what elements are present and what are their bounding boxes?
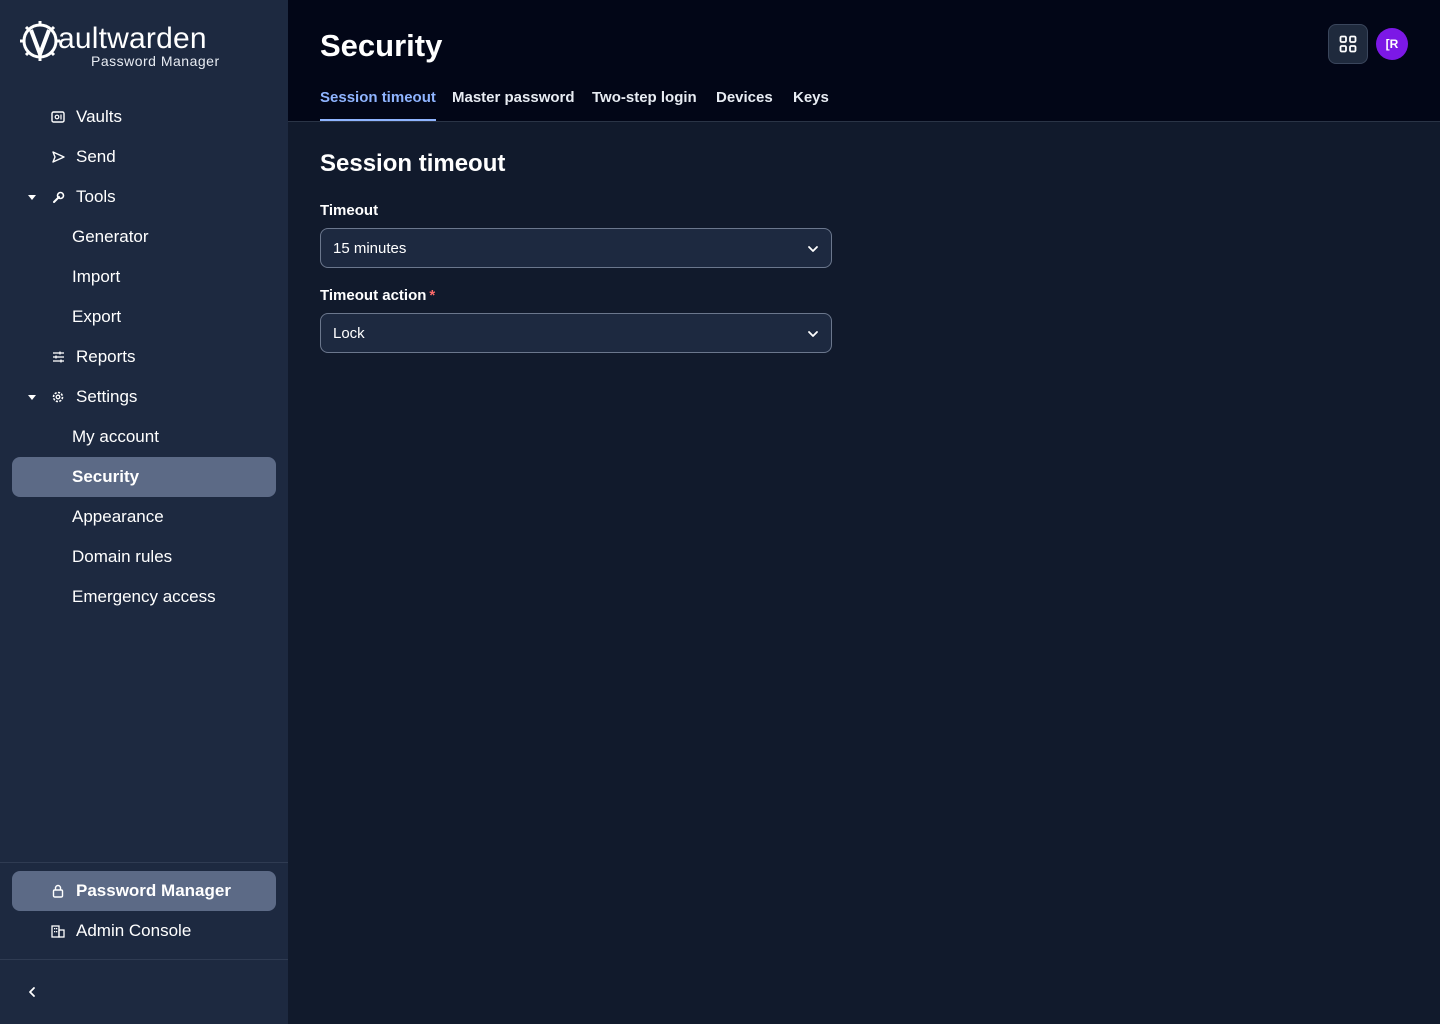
page-title: Security [320,28,443,63]
sidebar-item-my-account[interactable]: My account [12,417,276,457]
product-switcher-password-manager[interactable]: Password Manager [12,871,276,911]
tab-session-timeout[interactable]: Session timeout [320,88,436,122]
caret-down-icon[interactable] [26,391,38,403]
tab-devices[interactable]: Devices [716,88,773,122]
sidebar-item-generator[interactable]: Generator [12,217,276,257]
sidebar-item-label: Admin Console [76,921,192,940]
required-mark: * [429,287,436,304]
vaultwarden-logo[interactable]: aultwarden Password Manager [20,18,230,70]
sidebar: aultwarden Password Manager Vaults Send … [0,0,288,1024]
sidebar-item-label: Domain rules [72,547,173,566]
vaultwarden-gear-icon [20,21,60,61]
send-icon [50,149,66,165]
sidebar-item-label: Export [72,307,122,326]
sidebar-item-send[interactable]: Send [12,137,276,177]
lock-icon [50,883,66,899]
sidebar-item-security[interactable]: Security [12,457,276,497]
sidebar-item-emergency-access[interactable]: Emergency access [12,577,276,617]
page-header: Security [R Session timeout Master passw… [288,0,1440,122]
caret-down-icon[interactable] [26,191,38,203]
logo-wordmark: aultwarden [58,22,207,55]
sliders-icon [50,349,66,365]
vault-icon [50,109,66,125]
product-switcher-admin-console[interactable]: Admin Console [12,911,276,951]
sidebar-item-label: Vaults [76,107,122,126]
collapse-sidebar-button[interactable] [20,980,44,1004]
chevron-down-icon [808,331,818,337]
wrench-icon [50,189,66,205]
sidebar-item-domain-rules[interactable]: Domain rules [12,537,276,577]
logo-subtitle: Password Manager [91,53,220,69]
sidebar-item-export[interactable]: Export [12,297,276,337]
timeout-action-select-value: Lock [333,324,365,342]
sidebar-item-label: Settings [76,387,138,406]
timeout-action-label: Timeout action * [320,287,436,304]
sidebar-item-label: Generator [72,227,149,246]
avatar[interactable]: [R [1376,28,1408,60]
sidebar-item-label: Password Manager [76,881,231,900]
section-title: Session timeout [320,150,506,177]
sidebar-divider [0,862,288,863]
chevron-left-icon [29,987,35,997]
sidebar-divider [0,959,288,960]
tab-master-password[interactable]: Master password [452,88,575,122]
sidebar-item-label: Emergency access [72,587,216,606]
tab-keys[interactable]: Keys [793,88,829,122]
sidebar-item-label: Security [72,467,140,486]
sidebar-item-reports[interactable]: Reports [12,337,276,377]
tab-two-step-login[interactable]: Two-step login [592,88,697,122]
sidebar-item-vaults[interactable]: Vaults [12,97,276,137]
sidebar-item-label: Tools [76,187,116,206]
chevron-down-icon [808,246,818,252]
timeout-label: Timeout [320,202,379,219]
sidebar-item-settings[interactable]: Settings [12,377,276,417]
product-switcher-button[interactable] [1328,24,1368,64]
sidebar-item-appearance[interactable]: Appearance [12,497,276,537]
sidebar-item-import[interactable]: Import [12,257,276,297]
sidebar-item-label: Appearance [72,507,164,526]
sidebar-item-label: Import [72,267,121,286]
grid-icon [1339,35,1357,53]
sidebar-item-label: Reports [76,347,136,366]
gear-icon [50,389,66,405]
sidebar-item-label: My account [72,427,159,446]
timeout-select[interactable]: 15 minutes [320,228,832,268]
timeout-select-value: 15 minutes [333,239,407,257]
sidebar-item-tools[interactable]: Tools [12,177,276,217]
timeout-action-select[interactable]: Lock [320,313,832,353]
sidebar-item-label: Send [76,147,116,166]
building-icon [50,923,66,939]
